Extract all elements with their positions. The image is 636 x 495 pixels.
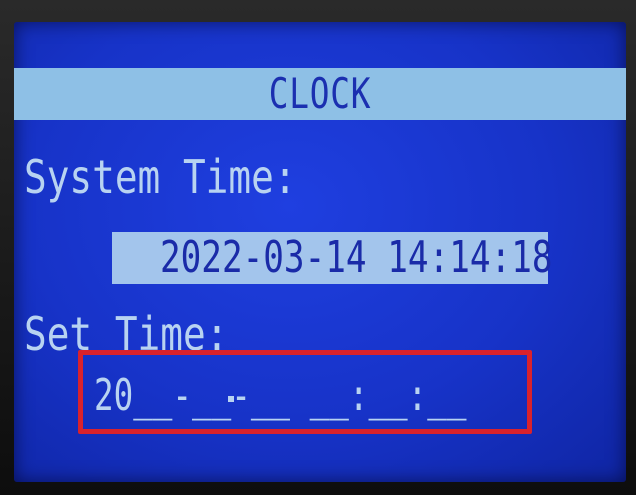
system-time-value: 2022-03-14 14:14:18 — [159, 232, 553, 283]
set-time-input[interactable]: 20__-__-__ __:__:__ — [94, 372, 466, 420]
system-time-label: System Time: — [24, 150, 297, 204]
title-bar: CLOCK — [14, 68, 626, 120]
system-time-display: 2022-03-14 14:14:18 — [112, 232, 553, 284]
page-title: CLOCK — [268, 69, 372, 118]
input-cursor — [228, 396, 234, 402]
